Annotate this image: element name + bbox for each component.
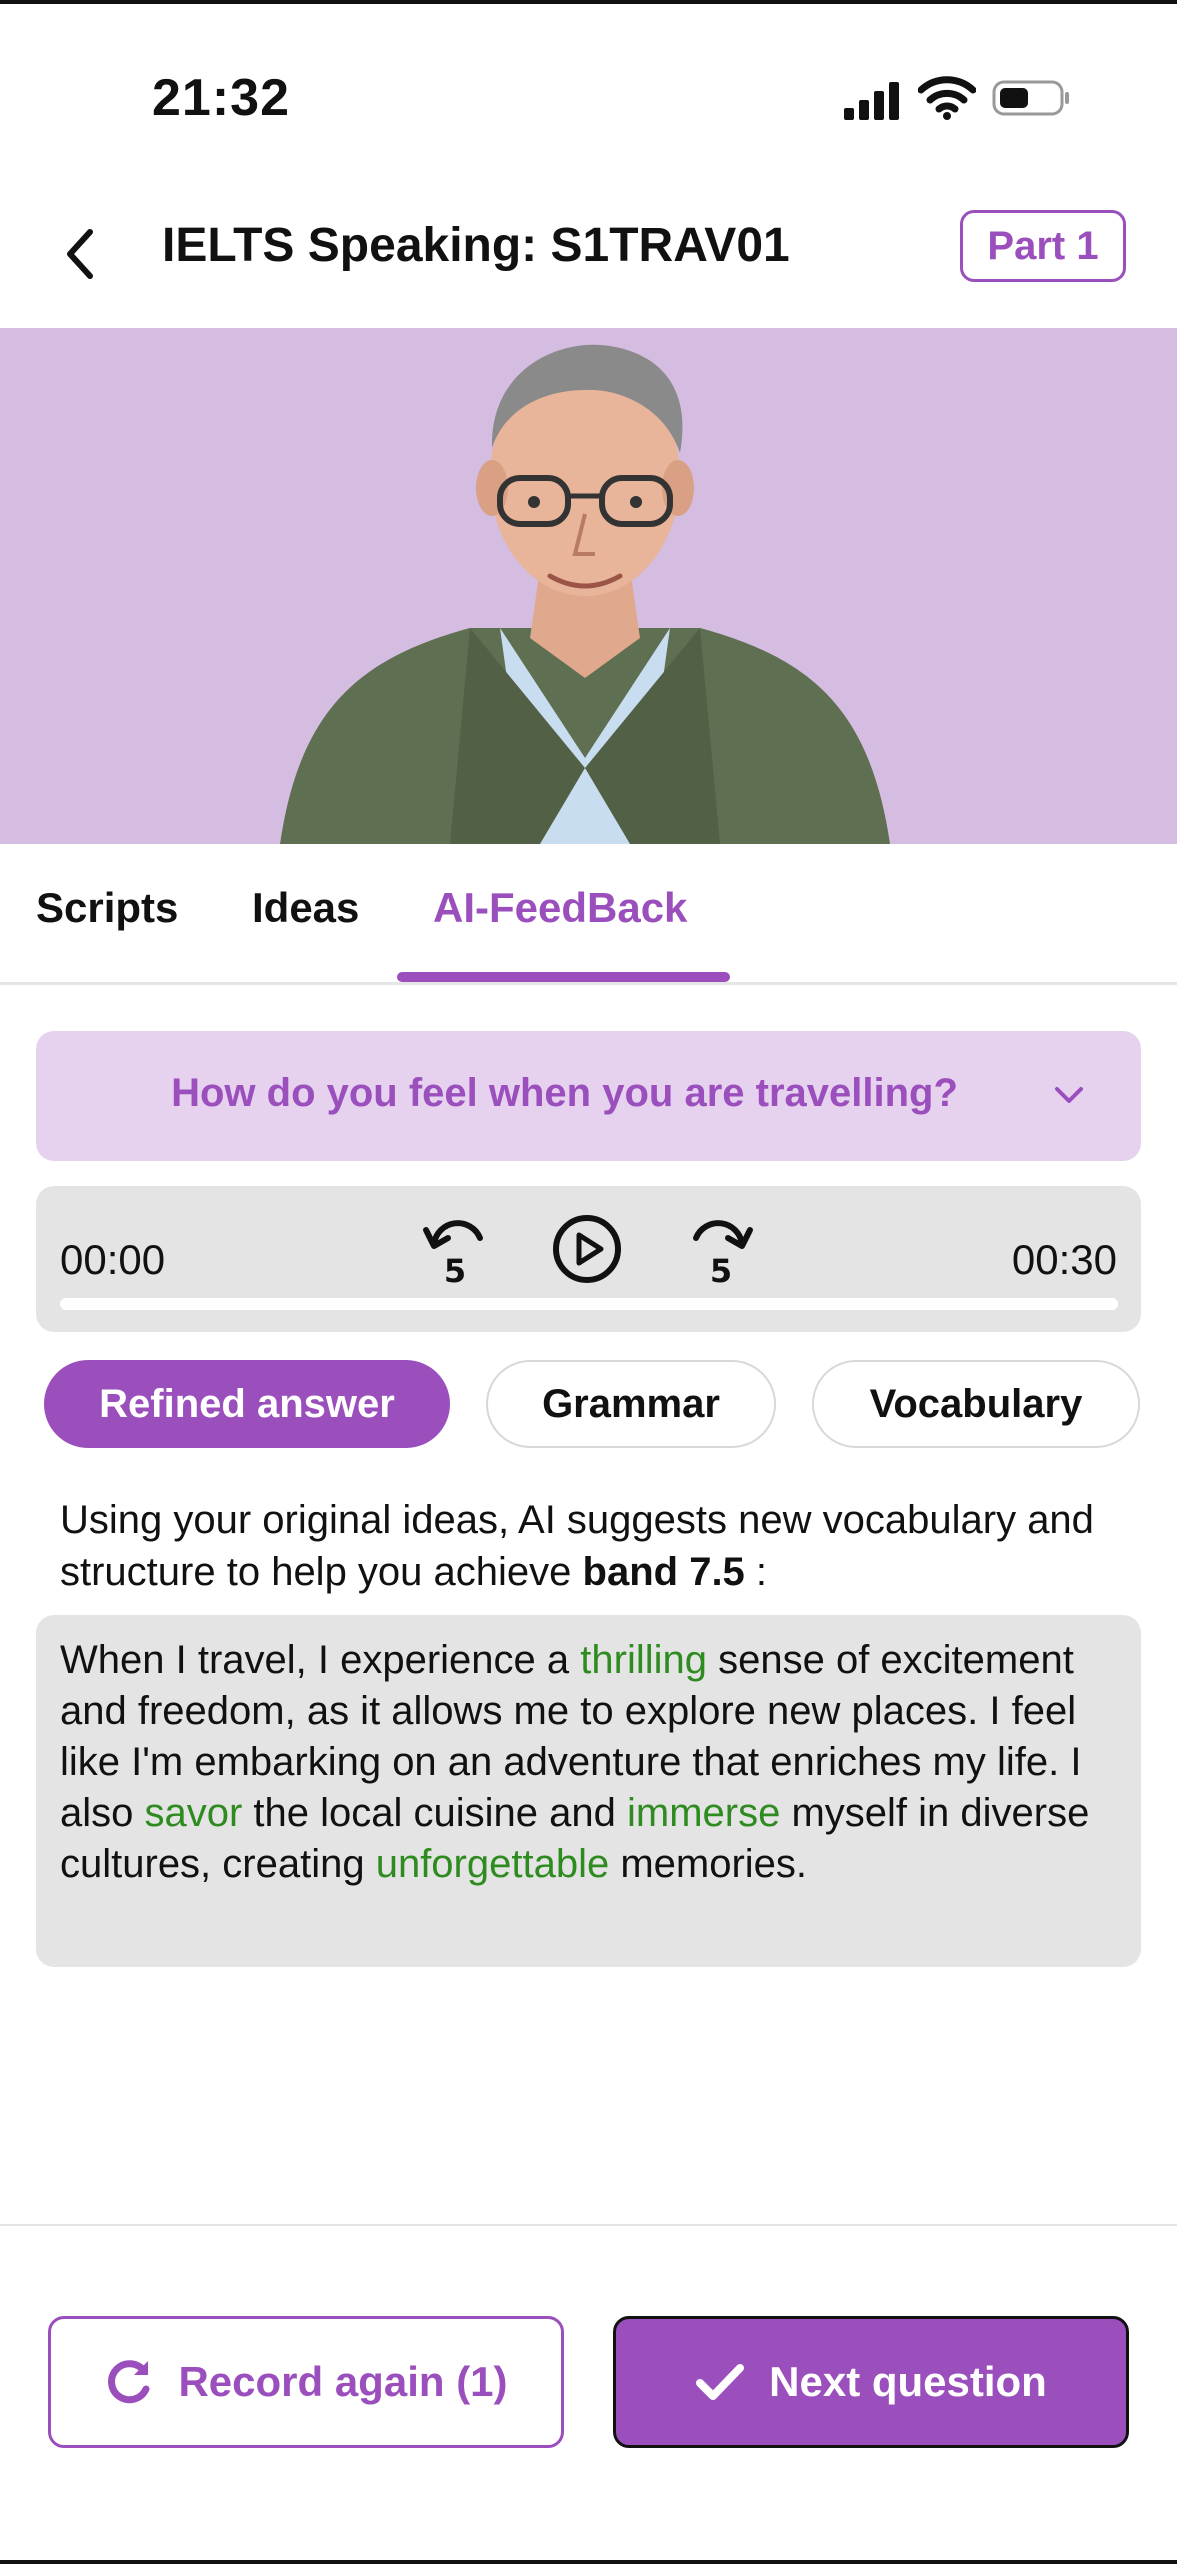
answer-segment: the local cuisine and <box>242 1791 627 1835</box>
examiner-video[interactable] <box>0 328 1177 844</box>
wifi-icon <box>918 76 976 120</box>
status-bar: 21:32 <box>0 4 1177 154</box>
bottom-edge <box>0 2560 1177 2564</box>
question-text: How do you feel when you are travelling? <box>171 1071 958 1115</box>
intro-text: Using your original ideas, AI suggests n… <box>60 1498 1094 1594</box>
page-title: IELTS Speaking: S1TRAV01 <box>162 219 790 272</box>
back-arrow-icon[interactable] <box>58 222 102 286</box>
feedback-intro: Using your original ideas, AI suggests n… <box>60 1494 1120 1598</box>
forward-seconds: 5 <box>710 1252 732 1286</box>
record-again-button[interactable]: Record again (1) <box>48 2316 564 2448</box>
chevron-down-icon <box>1055 1087 1083 1103</box>
play-icon[interactable] <box>550 1212 624 1286</box>
intro-suffix: : <box>755 1550 768 1594</box>
rewind-seconds: 5 <box>444 1252 466 1286</box>
rewind-5-icon[interactable]: 5 <box>418 1212 492 1286</box>
tab-ideas[interactable]: Ideas <box>252 884 359 932</box>
tab-scripts[interactable]: Scripts <box>36 884 178 932</box>
total-time: 00:30 <box>1011 1236 1117 1283</box>
refined-answer-tab[interactable]: Refined answer <box>44 1360 450 1448</box>
tab-ai-feedback[interactable]: AI-FeedBack <box>433 884 687 932</box>
refined-answer-text: When I travel, I experience a thrilling … <box>60 1635 1120 1890</box>
grammar-tab[interactable]: Grammar <box>486 1360 776 1448</box>
forward-5-icon[interactable]: 5 <box>684 1212 758 1286</box>
next-question-button[interactable]: Next question <box>613 2316 1129 2448</box>
band-score: band 7.5 <box>582 1550 745 1594</box>
highlighted-word: savor <box>144 1791 243 1835</box>
answer-segment: When I travel, I experience a <box>60 1638 581 1682</box>
examiner-image <box>280 344 890 844</box>
battery-icon <box>992 80 1069 116</box>
active-tab-indicator <box>397 972 730 982</box>
next-question-label: Next question <box>769 2358 1047 2405</box>
vocabulary-tab[interactable]: Vocabulary <box>812 1360 1140 1448</box>
status-time: 21:32 <box>152 69 290 127</box>
screen: 21:32 IELTS Speaking: S1TRAV01 Part 1 Sc… <box>0 0 1177 2564</box>
audio-player: 00:00 5 5 00:30 <box>36 1186 1141 1332</box>
answer-segment: memories. <box>609 1842 808 1886</box>
record-again-label: Record again (1) <box>178 2358 508 2405</box>
highlighted-word: thrilling <box>580 1638 707 1682</box>
refined-answer-box: When I travel, I experience a thrilling … <box>36 1615 1141 1967</box>
progress-bar[interactable] <box>60 1298 1118 1310</box>
part-button[interactable]: Part 1 <box>960 210 1126 282</box>
highlighted-word: immerse <box>627 1791 781 1835</box>
signal-icon <box>844 82 899 120</box>
checkmark-icon <box>696 2364 745 2400</box>
bottom-divider <box>0 2224 1177 2226</box>
tab-bar: Scripts Ideas AI-FeedBack <box>0 844 1177 985</box>
current-time: 00:00 <box>60 1236 166 1283</box>
question-dropdown[interactable]: How do you feel when you are travelling? <box>36 1031 1141 1161</box>
refresh-icon <box>108 2360 150 2404</box>
highlighted-word: unforgettable <box>375 1842 610 1886</box>
header: IELTS Speaking: S1TRAV01 Part 1 <box>0 194 1177 328</box>
